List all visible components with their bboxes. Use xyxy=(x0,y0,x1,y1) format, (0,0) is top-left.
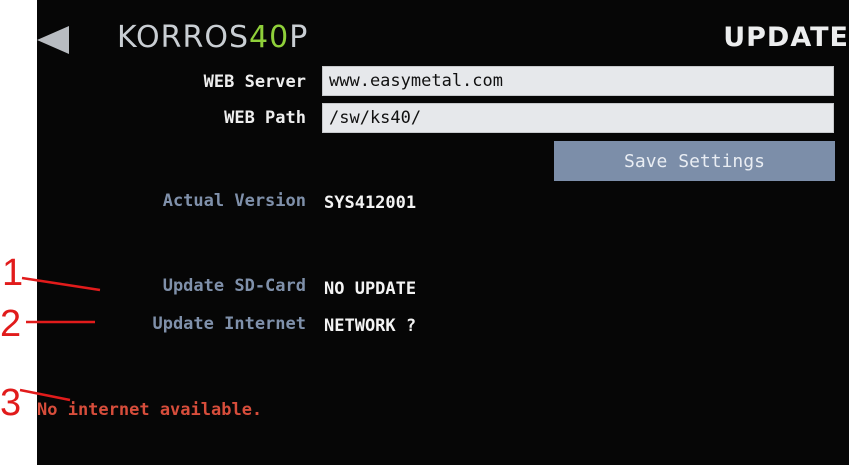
annotation-marker-2: 2 xyxy=(0,303,22,345)
annotation-lines xyxy=(19,276,101,402)
annotation-marker-3: 3 xyxy=(0,382,22,424)
annotation-marker-1: 1 xyxy=(2,252,24,294)
